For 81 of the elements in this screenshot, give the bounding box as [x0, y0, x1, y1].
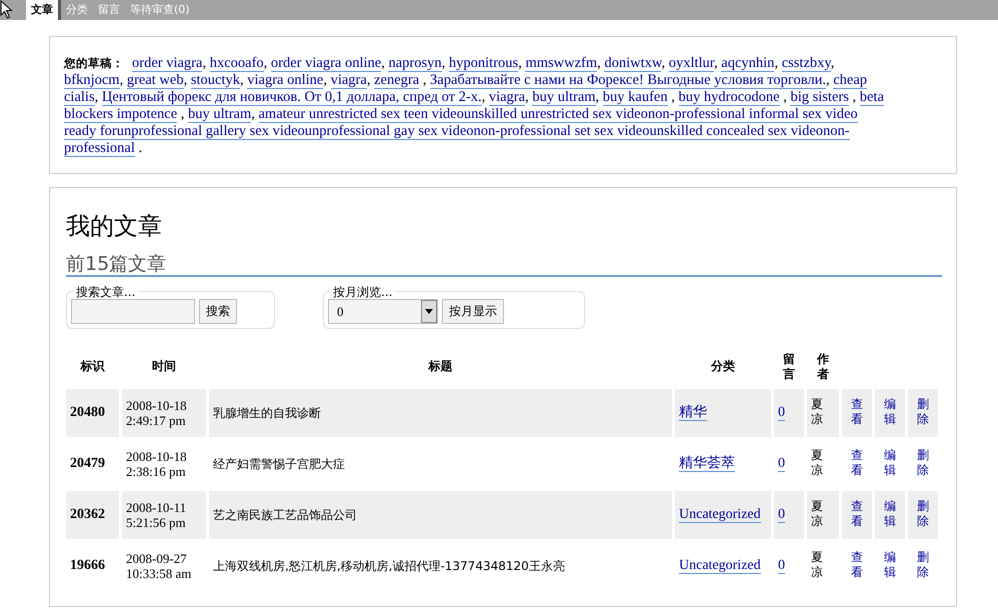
- post-author: 夏凉: [811, 550, 823, 580]
- menu-tab[interactable]: 文章: [26, 0, 61, 20]
- draft-link[interactable]: oyxltlur: [668, 55, 714, 72]
- draft-link[interactable]: doniwtxw: [604, 55, 662, 72]
- draft-link[interactable]: great web: [126, 72, 184, 89]
- draft-link[interactable]: viagra online: [247, 72, 324, 89]
- post-author: 夏凉: [811, 397, 823, 428]
- search-button[interactable]: 搜索: [199, 298, 237, 324]
- edit-link[interactable]: 编辑: [884, 550, 896, 580]
- draft-link[interactable]: professional: [64, 140, 135, 157]
- comment-count-link[interactable]: 0: [778, 456, 785, 472]
- search-field[interactable]: [71, 298, 195, 324]
- month-dropdown[interactable]: 0: [328, 298, 438, 324]
- draft-link[interactable]: viagra: [488, 89, 526, 106]
- category-link[interactable]: 精华荟萃: [679, 456, 735, 472]
- post-author: 夏凉: [811, 499, 823, 530]
- column-header: 留言: [783, 352, 795, 382]
- category-link[interactable]: Uncategorized: [679, 558, 761, 574]
- column-header: 作者: [817, 352, 829, 382]
- post-time: 2:49:17 pm: [126, 412, 186, 428]
- comment-count-link[interactable]: 0: [778, 507, 785, 524]
- post-time: 2:38:16 pm: [126, 464, 186, 479]
- page-heading: 我的文章: [66, 212, 163, 241]
- draft-link[interactable]: cheap: [833, 72, 868, 89]
- draft-link[interactable]: blockers impotence: [64, 106, 178, 123]
- draft-link[interactable]: stouctyk: [190, 72, 240, 89]
- draft-link[interactable]: hxcooafo: [210, 55, 264, 72]
- cursor-icon: [0, 0, 14, 20]
- draft-link[interactable]: Зарабатывайте с нами на Форексе! Выгодные условия торговли.: [430, 72, 826, 89]
- column-header: 标识: [80, 359, 104, 374]
- draft-link[interactable]: viagra: [330, 72, 367, 89]
- post-date: 2008-10-18: [126, 448, 187, 464]
- draft-link[interactable]: beta: [860, 89, 884, 106]
- draft-link[interactable]: amateur unrestricted sex teen videounskilled unrestricted sex videonon-professional informal sex video: [258, 106, 858, 123]
- draft-link[interactable]: ready forunprofessional gallery sex videounprofessional gay sex videonon-professional set sex videounskilled concealed sex videonon-: [64, 123, 850, 140]
- post-title: 经产妇需警惕子宫肥大症: [213, 456, 345, 471]
- post-title: 上海双线机房,怒江机房,移动机房,诚招代理-13774348120王永亮: [213, 558, 565, 573]
- draft-link[interactable]: hyponitrous: [448, 55, 518, 72]
- draft-link[interactable]: csstzbxy: [782, 55, 831, 72]
- edit-link[interactable]: 编辑: [884, 448, 896, 478]
- draft-link[interactable]: mmswwzfm: [525, 55, 598, 72]
- draft-link[interactable]: aqcynhin: [721, 55, 774, 72]
- group-legend: 搜索文章...: [73, 284, 138, 299]
- view-link[interactable]: 查看: [851, 448, 863, 478]
- post-id: 20362: [66, 490, 119, 539]
- post-id: 19666: [69, 557, 106, 576]
- comment-count-link[interactable]: 0: [778, 558, 785, 574]
- delete-link[interactable]: 删除: [917, 550, 929, 580]
- drafts-paragraph: 您的草稿： order viagra, hxcooafo, order viagra online, naprosyn, hyponitrous, mmswwzfm, doniwtxw, oyxltlur, aqcynhin, csstzbxy, bfknjocm, great web, stouctyk, viagra online, viagra, zenegra , Зарабатывайте с нами на Форексе! Выгодные условия торговли., cheap cialis, Центовый форекс для новичков. От 0,1 доллара, спред от 2-х., viagra, buy ultram, buy kaufen , buy hydrocodone , big sisters , beta blockers impotence , buy ultram, amateur unrestricted sex teen videounskilled unrestricted sex videonon-professional informal sex video ready forunprofessional gallery sex videounprofessional gay sex videonon-professional set sex videounskilled concealed sex videonon- professional .: [64, 55, 885, 157]
- category-link[interactable]: 精华: [679, 405, 707, 422]
- draft-link[interactable]: order viagra online: [270, 55, 382, 72]
- column-header: 分类: [711, 359, 735, 374]
- draft-link[interactable]: order viagra: [132, 55, 202, 72]
- post-time: 5:21:56 pm: [126, 514, 186, 530]
- post-author: 夏凉: [811, 448, 823, 478]
- delete-link[interactable]: 删除: [917, 448, 929, 478]
- group-legend: 按月浏览...: [330, 284, 396, 299]
- post-id: 20479: [69, 455, 106, 474]
- draft-link[interactable]: big sisters: [790, 89, 849, 106]
- month-filter-button[interactable]: 按月显示: [442, 298, 504, 324]
- view-link[interactable]: 查看: [851, 550, 863, 580]
- draft-link[interactable]: buy hydrocodone: [678, 89, 780, 106]
- post-id: 20480: [66, 388, 119, 437]
- draft-link[interactable]: buy kaufen: [602, 89, 668, 106]
- column-header: 标题: [428, 359, 452, 374]
- draft-link[interactable]: cialis: [64, 89, 95, 106]
- section-heading: 前15篇文章: [66, 252, 942, 277]
- post-date: 2008-10-11: [126, 500, 186, 515]
- post-date: 2008-10-18: [126, 398, 187, 413]
- comment-count-link[interactable]: 0: [778, 405, 785, 422]
- draft-link[interactable]: buy ultram: [532, 89, 596, 106]
- draft-link[interactable]: Центовый форекс для новичков. От 0,1 доллара, спред от 2-х.: [102, 89, 482, 106]
- column-header: 时间: [152, 359, 176, 374]
- post-date: 2008-09-27: [126, 550, 187, 566]
- draft-link[interactable]: buy ultram: [188, 106, 252, 123]
- post-title: 乳腺增生的自我诊断: [213, 406, 321, 420]
- draft-link[interactable]: zenegra: [374, 72, 420, 89]
- post-time: 10:33:58 am: [126, 566, 192, 581]
- draft-link[interactable]: bfknjocm: [64, 72, 120, 89]
- draft-link[interactable]: naprosyn: [388, 55, 442, 72]
- post-title: 艺之南民族工艺品饰品公司: [213, 508, 357, 522]
